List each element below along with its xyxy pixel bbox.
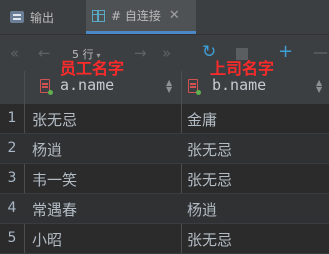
cell-a-name[interactable]: 小昭 xyxy=(32,229,62,250)
table-row[interactable]: 2 杨逍 张无忌 xyxy=(0,134,329,164)
last-page-icon[interactable]: » xyxy=(162,44,171,62)
tab-self-join[interactable]: # 自连接 ✕ xyxy=(86,0,196,34)
result-toolbar: « ← 5 行 ▾ → » ↻ + — xyxy=(0,35,329,71)
tab-self-join-label: # 自连接 xyxy=(111,9,161,23)
first-page-icon[interactable]: « xyxy=(10,44,19,62)
row-number: 3 xyxy=(7,170,17,186)
cell-b-name[interactable]: 金庸 xyxy=(187,109,217,130)
table-row[interactable]: 1 张无忌 金庸 xyxy=(0,104,329,134)
cell-a-name[interactable]: 张无忌 xyxy=(32,109,77,130)
table-row[interactable]: 5 小昭 张无忌 xyxy=(0,224,329,254)
row-number: 2 xyxy=(7,140,17,156)
table-row[interactable]: 3 韦一笑 张无忌 xyxy=(0,164,329,194)
row-number: 4 xyxy=(7,200,17,216)
add-row-icon[interactable]: + xyxy=(278,41,293,62)
remove-row-icon[interactable]: — xyxy=(313,43,328,61)
column-a-annotation: 员工名字 xyxy=(60,59,125,78)
sort-icon[interactable]: ▲ ▼ xyxy=(166,79,172,94)
row-number: 1 xyxy=(7,110,17,126)
tab-bar: 输出 # 自连接 ✕ xyxy=(0,0,329,35)
row-number: 5 xyxy=(7,230,17,246)
column-header-b-name[interactable]: b.name 上司名字 ▲ ▼ xyxy=(182,59,329,104)
table-grid-icon xyxy=(92,9,105,22)
previous-page-icon[interactable]: ← xyxy=(38,44,51,62)
cell-b-name[interactable]: 张无忌 xyxy=(187,169,232,190)
tab-output[interactable]: 输出 xyxy=(10,0,54,34)
cell-b-name[interactable]: 杨逍 xyxy=(187,199,217,220)
cell-a-name[interactable]: 韦一笑 xyxy=(32,169,77,190)
cell-a-name[interactable]: 常遇春 xyxy=(32,199,77,220)
cell-b-name[interactable]: 张无忌 xyxy=(187,229,232,250)
cell-b-name[interactable]: 张无忌 xyxy=(187,139,232,160)
grid-header: a.name 员工名字 ▲ ▼ b.name 上司名字 ▲ ▼ xyxy=(0,59,329,105)
column-b-annotation: 上司名字 xyxy=(210,59,275,78)
column-header-a-name[interactable]: a.name 员工名字 ▲ ▼ xyxy=(24,59,181,104)
sort-icon[interactable]: ▲ ▼ xyxy=(316,79,322,94)
tab-output-label: 输出 xyxy=(30,10,55,25)
table-row[interactable]: 4 常遇春 杨逍 xyxy=(0,194,329,224)
console-output-icon xyxy=(10,11,24,23)
cell-a-name[interactable]: 杨逍 xyxy=(32,139,62,160)
close-icon[interactable]: ✕ xyxy=(169,8,180,23)
next-page-icon[interactable]: → xyxy=(134,44,147,62)
column-status-dot xyxy=(196,90,201,95)
column-status-dot xyxy=(48,90,53,95)
